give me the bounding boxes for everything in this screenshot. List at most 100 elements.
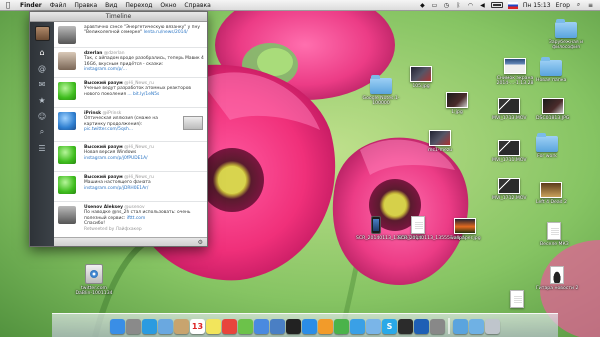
tweet-link[interactable]: ifttt.com — [127, 216, 146, 221]
dock-preview-icon[interactable] — [366, 319, 381, 334]
dock-documents-icon[interactable] — [469, 319, 484, 334]
dock-sysprefs-icon[interactable] — [430, 319, 445, 334]
dock-skype-icon[interactable]: S — [382, 319, 397, 334]
dock-twitter-icon[interactable] — [350, 319, 365, 334]
lists-icon[interactable]: ☰ — [36, 143, 48, 153]
desktop-icon-folder[interactable]: Новая папка — [536, 57, 566, 83]
tweet-media-thumbnail[interactable] — [183, 116, 203, 130]
retweet-indicator: Retweeted by Лайфхакер — [84, 226, 142, 232]
tweet-avatar[interactable] — [58, 206, 76, 224]
tweet[interactable]: dzerlan @dzerlan Так, с айпадом вроде ра… — [54, 48, 207, 78]
timeline-feed[interactable]: аравтично сэнсе "Энергетическую вязанку"… — [54, 22, 207, 237]
dock-safari-icon[interactable] — [142, 319, 157, 334]
bluetooth-icon[interactable]: ᛒ — [455, 2, 462, 9]
dock-notes-icon[interactable] — [206, 319, 221, 334]
dock-xcode-icon[interactable] — [270, 319, 285, 334]
desktop-icon-image[interactable]: Снимок экрана 2014-...-1.13.28 — [490, 58, 540, 86]
menu-clock[interactable]: Пн 15:13 — [523, 2, 551, 9]
twitter-titlebar[interactable]: Timeline — [30, 12, 207, 22]
dock-launchpad-icon[interactable] — [126, 319, 141, 334]
menu-window[interactable]: Окно — [156, 2, 180, 9]
dock-appstore-icon[interactable] — [302, 319, 317, 334]
tweet-avatar[interactable] — [58, 52, 76, 70]
dock-calendar-icon[interactable]: 13 — [190, 319, 205, 334]
tweet-avatar[interactable] — [58, 112, 76, 130]
dock-chrome-icon[interactable] — [222, 319, 237, 334]
menu-finder[interactable]: Finder — [16, 2, 46, 9]
wifi-icon[interactable]: ◠ — [467, 2, 474, 9]
tweet[interactable]: Высокий разум @Hi_News_ru Новая версия W… — [54, 142, 207, 172]
profile-icon[interactable]: ☺ — [36, 111, 48, 121]
desktop-icon-document[interactable] — [510, 290, 524, 308]
dock-itunes-icon[interactable] — [254, 319, 269, 334]
volume-icon[interactable]: ◀ — [479, 2, 486, 9]
desktop-icon-image[interactable]: 1.jpg — [446, 92, 468, 115]
menu-edit[interactable]: Правка — [70, 2, 101, 9]
tweet-avatar[interactable] — [58, 26, 76, 44]
desktop-icon-document[interactable]: Гитара новости 2 — [536, 266, 578, 291]
user-avatar[interactable] — [34, 26, 50, 41]
desktop-icon-document[interactable]: Веселе МКЗ — [540, 222, 569, 247]
dock-ibooks-icon[interactable] — [318, 319, 333, 334]
tweet[interactable]: Высокий разум @Hi_News_ru Машина настоящ… — [54, 172, 207, 202]
tweet-link[interactable]: instagram.com/p/jDRH0E1Ar/ — [84, 186, 148, 191]
tweet-link[interactable]: instagram.com/p/... — [84, 67, 127, 72]
home-icon[interactable]: ⌂ — [36, 47, 48, 57]
document-icon — [547, 222, 562, 240]
desktop-icon-folder[interactable]: Google Notes.1-100000 — [356, 75, 406, 106]
dock-contacts-icon[interactable] — [174, 319, 189, 334]
tweet[interactable]: Высокий разум @Hi_News_ru Ученые ведут р… — [54, 78, 207, 108]
desktop-icon-video[interactable]: SCR_20140113_135557.mp4 — [356, 216, 423, 241]
timemachine-icon[interactable]: ◷ — [443, 2, 450, 9]
menu-file[interactable]: Файл — [46, 2, 71, 9]
tweet[interactable]: Usenov Aleksey @usenov По наводке @ns_2h… — [54, 202, 207, 237]
desktop-icon-app[interactable]: Left 4 Dead 2 — [536, 182, 567, 205]
desktop-icon-image[interactable]: mc1-mezu — [428, 130, 452, 153]
tweet[interactable]: iPrinsk @iPrinsk Оптическая иллюзия (сма… — [54, 108, 207, 142]
desktop-icon-movie[interactable]: MVI_1711.MOV — [492, 140, 527, 163]
tweet-avatar[interactable] — [58, 82, 76, 100]
gear-icon[interactable]: ⚙ — [198, 239, 203, 246]
dock-facetime-icon[interactable] — [334, 319, 349, 334]
dock-downloads-icon[interactable] — [453, 319, 468, 334]
apple-menu-icon[interactable]:  — [0, 1, 16, 9]
mentions-icon[interactable]: @ — [36, 63, 48, 73]
favorites-icon[interactable]: ★ — [36, 95, 48, 105]
desktop-icon-folder[interactable]: For work — [536, 133, 558, 159]
desktop-icon-image[interactable]: wallpaper.jpg — [450, 218, 481, 241]
tweet-link[interactable]: pic.twitter.com/5qsh... — [84, 127, 133, 132]
tweet-avatar[interactable] — [58, 176, 76, 194]
tweet-link[interactable]: ... bit.ly/1eN5s — [127, 92, 159, 97]
twitter-window-title: Timeline — [105, 13, 132, 20]
display-icon[interactable]: ▭ — [431, 2, 438, 9]
spotlight-icon[interactable]: ⌕ — [575, 1, 582, 9]
menu-go[interactable]: Переход — [121, 2, 156, 9]
desktop-icon-movie[interactable]: MVI_1713.MOV — [492, 98, 527, 121]
messages-icon[interactable]: ✉ — [36, 79, 48, 89]
battery-icon[interactable] — [490, 2, 503, 8]
dock-finder-icon[interactable] — [110, 319, 125, 334]
menu-help[interactable]: Справка — [180, 2, 214, 9]
dock-photos-icon[interactable] — [238, 319, 253, 334]
desktop-icon-movie[interactable]: MVI_1712.MOV — [492, 178, 527, 201]
input-source-icon[interactable] — [507, 1, 518, 9]
desktop-icon-image[interactable]: DSC01813.JPG — [536, 98, 569, 121]
tweet-link[interactable]: instagram.com/p/j0fPUDE1A/ — [84, 156, 148, 161]
tweet-link[interactable]: lenta.ru/news/2014/ — [144, 30, 188, 35]
desktop-icon-video[interactable]: SCR_20140113_135557.mp4 — [398, 216, 465, 241]
dropbox-icon[interactable]: ◆ — [419, 2, 426, 9]
menu-user[interactable]: Егор — [556, 2, 570, 9]
notification-center-icon[interactable]: ≡ — [587, 2, 594, 9]
tweet[interactable]: аравтично сэнсе "Энергетическую вязанку"… — [54, 22, 207, 48]
desktop-icon-folder[interactable]: Зарубежная и философия — [536, 19, 596, 50]
desktop-icon-disk[interactable]: twitter.com DaBlin-1001134 — [72, 264, 116, 296]
desktop-icon-image[interactable]: 105.jpg — [410, 66, 432, 89]
search-icon[interactable]: ⌕ — [36, 127, 48, 137]
dock-quicktime-icon[interactable] — [414, 319, 429, 334]
menu-view[interactable]: Вид — [101, 2, 121, 9]
dock-terminal-icon[interactable] — [398, 319, 413, 334]
tweet-avatar[interactable] — [58, 146, 76, 164]
dock-mail-icon[interactable] — [158, 319, 173, 334]
dock-trash-icon[interactable] — [485, 319, 500, 334]
dock-dvd-icon[interactable] — [286, 319, 301, 334]
